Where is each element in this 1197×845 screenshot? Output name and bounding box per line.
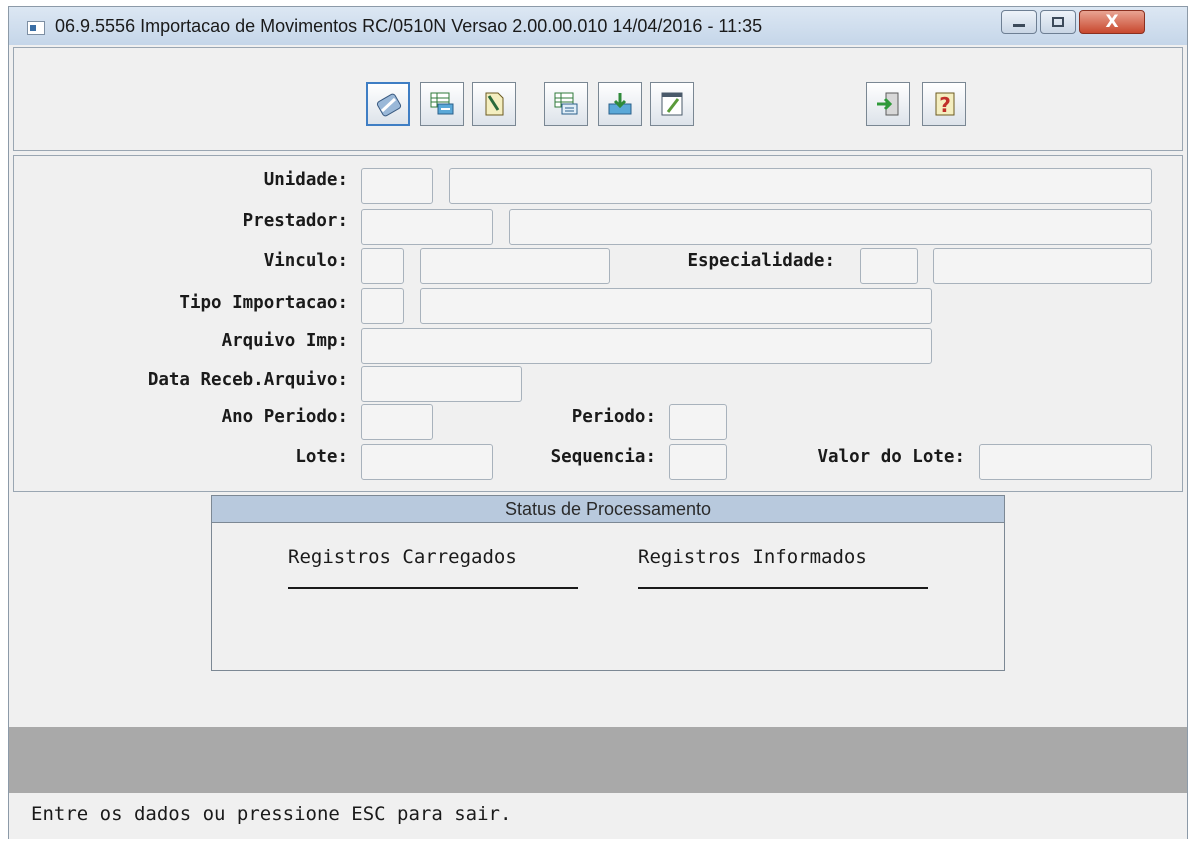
sequencia-field[interactable] <box>669 444 727 480</box>
data-receb-arquivo-label: Data Receb.Arquivo: <box>147 370 348 390</box>
especialidade-label: Especialidade: <box>687 251 835 271</box>
maximize-button[interactable] <box>1040 10 1076 34</box>
especialidade-code-field[interactable] <box>860 248 918 284</box>
edit-document-icon <box>485 92 504 116</box>
toolbar-button-document[interactable] <box>472 82 516 126</box>
table-list-icon <box>554 92 578 115</box>
toolbar-button-edit[interactable] <box>366 82 410 126</box>
application-window: 06.9.5556 Importacao de Movimentos RC/05… <box>8 6 1188 839</box>
unidade-label: Unidade: <box>263 170 348 190</box>
tipo-importacao-name-field[interactable] <box>420 288 932 324</box>
periodo-label: Periodo: <box>571 407 656 427</box>
edit-eraser-icon <box>376 93 402 117</box>
close-icon: X <box>1105 12 1119 32</box>
status-processamento-panel: Status de Processamento Registros Carreg… <box>211 495 1005 671</box>
registros-informados-header: Registros Informados <box>638 546 867 568</box>
toolbar-button-import[interactable] <box>420 82 464 126</box>
help-question-icon: ? <box>935 92 955 117</box>
status-panel-title: Status de Processamento <box>212 496 1004 523</box>
toolbar-button-pencil[interactable] <box>650 82 694 126</box>
vinculo-code-field[interactable] <box>361 248 404 284</box>
svg-text:?: ? <box>939 93 951 117</box>
unidade-name-field[interactable] <box>449 168 1152 204</box>
toolbar: ? <box>13 47 1183 151</box>
minimize-button[interactable] <box>1001 10 1037 34</box>
tipo-importacao-code-field[interactable] <box>361 288 404 324</box>
minimize-icon <box>1013 24 1025 27</box>
exit-door-icon <box>877 92 899 116</box>
status-bar: Entre os dados ou pressione ESC para sai… <box>9 793 1187 839</box>
prestador-code-field[interactable] <box>361 209 493 245</box>
prestador-name-field[interactable] <box>509 209 1152 245</box>
data-receb-arquivo-field[interactable] <box>361 366 522 402</box>
valor-do-lote-label: Valor do Lote: <box>817 447 965 467</box>
app-icon[interactable] <box>27 21 45 35</box>
tipo-importacao-label: Tipo Importacao: <box>179 293 348 313</box>
toolbar-button-help[interactable]: ? <box>922 82 966 126</box>
registros-informados-underline <box>638 587 928 589</box>
registros-carregados-underline <box>288 587 578 589</box>
pencil-document-icon <box>661 92 683 116</box>
valor-do-lote-field[interactable] <box>979 444 1152 480</box>
arquivo-imp-label: Arquivo Imp: <box>221 331 348 351</box>
title-bar[interactable]: 06.9.5556 Importacao de Movimentos RC/05… <box>9 7 1187 45</box>
maximize-icon <box>1052 17 1064 27</box>
periodo-field[interactable] <box>669 404 727 440</box>
ano-periodo-field[interactable] <box>361 404 433 440</box>
unidade-code-field[interactable] <box>361 168 433 204</box>
toolbar-button-exit[interactable] <box>866 82 910 126</box>
form-panel: Unidade: Prestador: Vinculo: Especialida… <box>13 155 1183 492</box>
upload-document-icon <box>608 93 632 115</box>
prestador-label: Prestador: <box>242 211 348 231</box>
registros-carregados-header: Registros Carregados <box>288 546 517 568</box>
ano-periodo-label: Ano Periodo: <box>221 407 348 427</box>
import-table-icon <box>430 92 454 115</box>
vinculo-label: Vinculo: <box>263 251 348 271</box>
status-message: Entre os dados ou pressione ESC para sai… <box>31 803 512 825</box>
especialidade-name-field[interactable] <box>933 248 1152 284</box>
arquivo-imp-field[interactable] <box>361 328 932 364</box>
lote-label: Lote: <box>295 447 348 467</box>
close-button[interactable]: X <box>1079 10 1145 34</box>
toolbar-button-list[interactable] <box>544 82 588 126</box>
sequencia-label: Sequencia: <box>550 447 656 467</box>
vinculo-name-field[interactable] <box>420 248 610 284</box>
message-area <box>9 727 1187 793</box>
toolbar-button-upload[interactable] <box>598 82 642 126</box>
lote-field[interactable] <box>361 444 493 480</box>
window-title: 06.9.5556 Importacao de Movimentos RC/05… <box>55 16 763 36</box>
